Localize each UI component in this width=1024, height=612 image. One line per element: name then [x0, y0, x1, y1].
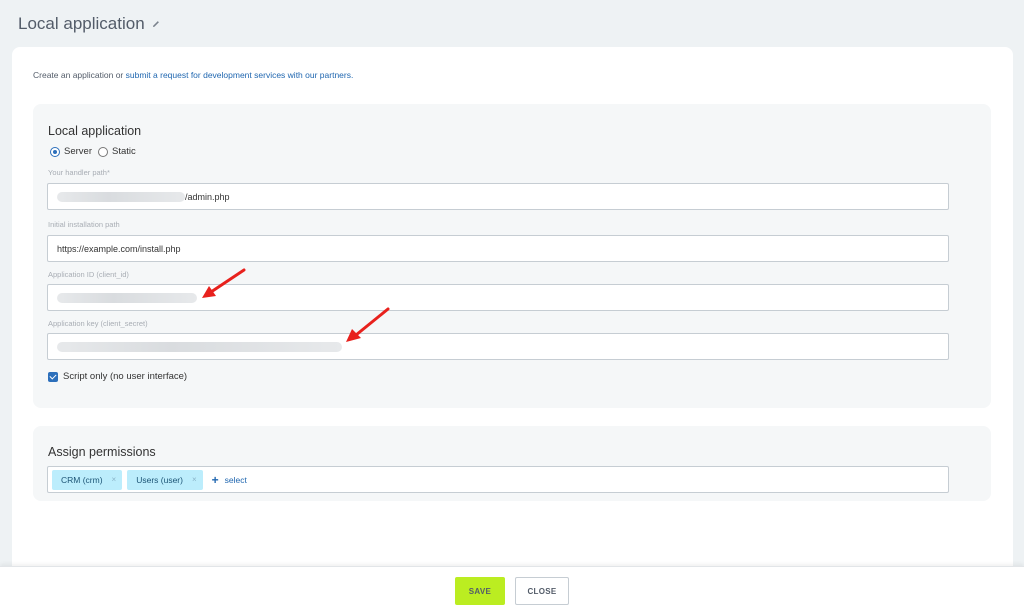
permission-tag-label: CRM (crm)	[61, 474, 103, 485]
client-secret-label: Application key (client_secret)	[48, 319, 148, 328]
section-title-local-application: Local application	[48, 124, 142, 138]
red-arrow-icon	[202, 268, 246, 298]
client-id-input[interactable]	[47, 284, 949, 311]
static-radio-label[interactable]: Static	[112, 146, 136, 157]
add-permission-link[interactable]: + select	[212, 473, 247, 487]
install-path-input[interactable]: https://example.com/install.php	[47, 235, 949, 262]
plus-icon: +	[211, 472, 219, 487]
permissions-selector[interactable]: CRM (crm) × Users (user) × + select	[47, 466, 949, 493]
save-button[interactable]: SAVE	[455, 577, 505, 605]
permissions-section: Assign permissions CRM (crm) × Users (us…	[33, 426, 991, 501]
intro-label: Create an application or	[33, 70, 126, 80]
app-type-radio-group: Server Static	[50, 146, 142, 157]
redacted-domain	[57, 191, 185, 202]
main-card: Create an application or submit a reques…	[12, 47, 1013, 587]
page-title-text: Local application	[18, 14, 145, 33]
static-radio[interactable]	[97, 146, 108, 157]
server-radio[interactable]	[50, 146, 60, 157]
script-only-row: Script only (no user interface)	[48, 371, 187, 382]
handler-path-input[interactable]: /admin.php	[47, 183, 949, 210]
red-arrow-icon	[346, 307, 390, 342]
section-title-permissions: Assign permissions	[48, 445, 156, 459]
permission-tag-label: Users (user)	[136, 474, 183, 485]
remove-tag-icon[interactable]: ×	[192, 475, 197, 484]
page-title: Local application	[18, 14, 161, 34]
install-path-label: Initial installation path	[48, 220, 120, 229]
footer-bar: SAVE CLOSE	[0, 566, 1024, 612]
remove-tag-icon[interactable]: ×	[112, 475, 117, 484]
client-id-label: Application ID (client_id)	[48, 270, 129, 279]
redacted-client-id	[57, 292, 197, 303]
handler-path-value: /admin.php	[185, 191, 230, 202]
local-application-section: Local application Server Static Your han…	[33, 104, 991, 408]
close-button[interactable]: CLOSE	[515, 577, 569, 605]
intro-text: Create an application or submit a reques…	[33, 70, 353, 80]
permission-tag-crm: CRM (crm) ×	[52, 469, 123, 490]
permission-tag-user: Users (user) ×	[127, 469, 203, 490]
handler-path-label: Your handler path*	[48, 168, 110, 177]
add-permission-label: select	[224, 474, 247, 485]
pencil-icon[interactable]	[151, 19, 161, 29]
client-secret-input[interactable]	[47, 333, 949, 360]
script-only-checkbox[interactable]	[48, 371, 58, 382]
partners-request-link[interactable]: submit a request for development service…	[126, 70, 354, 80]
install-path-value: https://example.com/install.php	[57, 243, 181, 254]
redacted-client-secret	[57, 341, 342, 352]
server-radio-label[interactable]: Server	[64, 146, 92, 157]
script-only-label[interactable]: Script only (no user interface)	[63, 371, 187, 382]
